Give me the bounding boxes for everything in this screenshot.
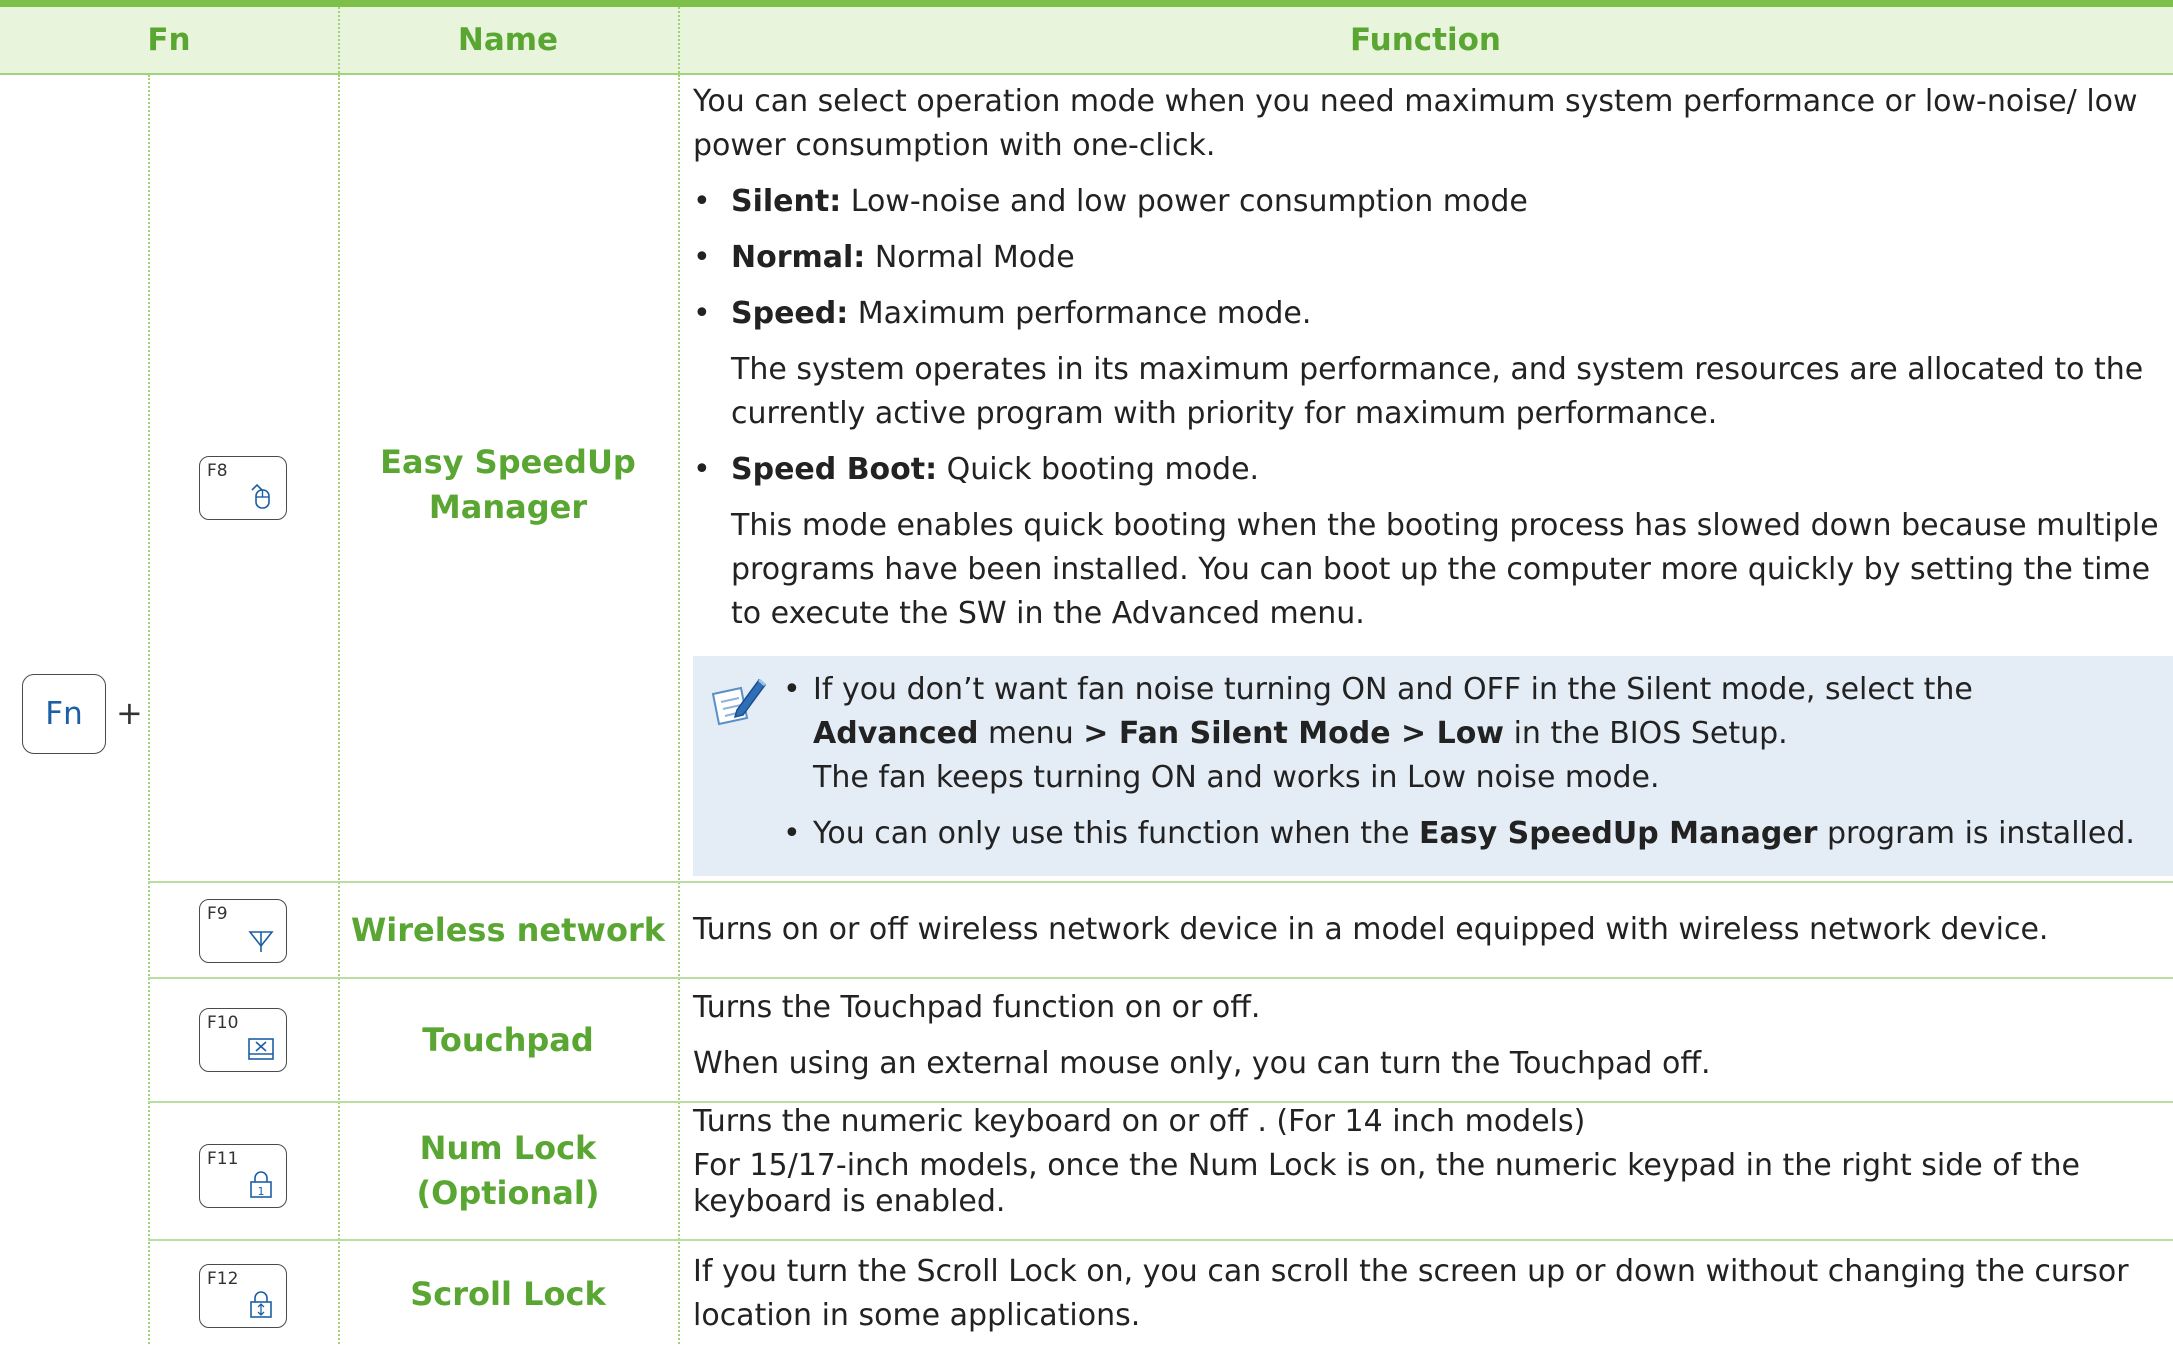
speed-boot-description: This mode enables quick booting when the… <box>731 508 2159 631</box>
header-divider <box>338 7 340 73</box>
name-scroll-lock: Scroll Lock <box>410 1274 606 1313</box>
f9-key: F9 <box>199 899 287 963</box>
fn-key: Fn <box>22 674 106 754</box>
note-pencil-icon <box>711 678 767 726</box>
note-body: • If you don’t want fan noise turning ON… <box>783 668 2163 856</box>
note-item-installed: • You can only use this function when th… <box>783 816 2135 851</box>
column-header-name: Name <box>457 22 559 58</box>
column-header-fn: Fn <box>147 22 191 58</box>
name-easy-speedup-manager: Easy SpeedUp Manager <box>380 443 636 526</box>
function-wireless-network: Turns on or off wireless network device … <box>693 912 2049 947</box>
header-divider <box>678 7 680 73</box>
row-divider <box>148 1239 2173 1241</box>
header-accent-bar <box>0 0 2173 7</box>
mode-speed: • Speed: Maximum performance mode. <box>693 296 1312 331</box>
name-touchpad: Touchpad <box>422 1020 594 1059</box>
mode-silent: • Silent: Low-noise and low power consump… <box>693 184 1528 219</box>
column-header-function: Function <box>1350 22 1501 58</box>
key-label: F11 <box>207 1149 239 1169</box>
num-lock-icon: 1 <box>250 1171 272 1198</box>
table-header: Fn Name Function <box>0 7 2173 75</box>
column-divider <box>678 75 680 1344</box>
function-num-lock: Turns the numeric keyboard on or off . (… <box>693 1104 2163 1222</box>
key-label: F12 <box>207 1269 239 1289</box>
row-divider <box>148 1101 2173 1103</box>
key-label: F9 <box>207 904 228 924</box>
name-num-lock: Num Lock (Optional) <box>416 1129 600 1212</box>
touchpad-line-1: Turns the Touchpad function on or off. <box>693 990 1261 1025</box>
wireless-antenna-icon <box>248 931 274 952</box>
speed-description: The system operates in its maximum perfo… <box>731 352 2144 431</box>
column-divider <box>148 75 150 1344</box>
f11-key: F11 1 <box>199 1144 287 1208</box>
mouse-speedup-icon <box>251 483 270 509</box>
numlock-line-2: For 15/17-inch models, once the Num Lock… <box>693 1148 2080 1219</box>
f12-key: F12 <box>199 1264 287 1328</box>
row-divider <box>148 881 2173 883</box>
function-easy-speedup: You can select operation mode when you n… <box>693 80 2163 648</box>
numlock-line-1: Turns the numeric keyboard on or off . (… <box>693 1104 1586 1139</box>
mode-normal: • Normal: Normal Mode <box>693 240 1075 275</box>
function-scroll-lock: If you turn the Scroll Lock on, you can … <box>693 1254 2129 1333</box>
mode-speed-boot: • Speed Boot: Quick booting mode. <box>693 452 1260 487</box>
scroll-lock-icon <box>250 1291 272 1318</box>
speedup-intro: You can select operation mode when you n… <box>693 84 2138 163</box>
f8-key: F8 <box>199 456 287 520</box>
touchpad-off-icon <box>248 1038 274 1060</box>
key-label: F8 <box>207 461 228 481</box>
function-touchpad: Turns the Touchpad function on or off. W… <box>693 986 2163 1098</box>
svg-text:1: 1 <box>258 1185 265 1198</box>
key-label: F10 <box>207 1013 239 1033</box>
f10-key: F10 <box>199 1008 287 1072</box>
note-box: • If you don’t want fan noise turning ON… <box>693 656 2173 876</box>
name-wireless-network: Wireless network <box>350 910 666 949</box>
row-divider <box>148 977 2173 979</box>
touchpad-line-2: When using an external mouse only, you c… <box>693 1046 1711 1081</box>
note-item-fan: • If you don’t want fan noise turning ON… <box>783 672 1973 795</box>
fn-key-label: Fn <box>45 696 83 732</box>
plus-sign: + <box>116 694 143 732</box>
